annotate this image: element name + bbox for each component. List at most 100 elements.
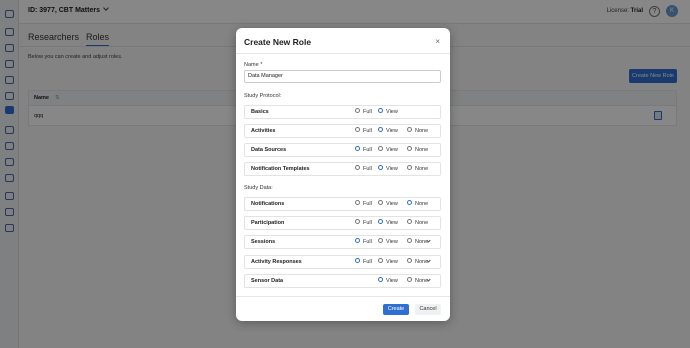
radio-basics-full[interactable]: Full: [355, 106, 372, 118]
permission-name: Data Sources: [251, 147, 287, 153]
create-role-dialog: Create New Role × Name * Data Manager St…: [236, 28, 450, 321]
radio-notifications-full[interactable]: Full: [355, 198, 372, 210]
permission-row-activity-responses: Activity Responses Full View None: [244, 254, 441, 269]
radio-button[interactable]: [355, 165, 360, 171]
radio-label: Full: [363, 239, 372, 246]
radio-activities-view[interactable]: View: [378, 125, 398, 137]
radio-button[interactable]: [407, 146, 412, 152]
name-field-label: Name *: [244, 62, 263, 68]
close-icon[interactable]: ×: [435, 37, 440, 46]
radio-label: Full: [363, 258, 372, 265]
radio-button[interactable]: [378, 219, 383, 225]
radio-activity-responses-full[interactable]: Full: [355, 256, 372, 268]
radio-label: Full: [363, 147, 372, 153]
radio-sensor-data-view[interactable]: View: [378, 275, 398, 287]
radio-label: View: [386, 239, 398, 246]
radio-label: View: [386, 128, 398, 134]
radio-button[interactable]: [378, 165, 383, 171]
radio-button[interactable]: [355, 238, 360, 244]
permission-row-participation: Participation Full View None: [244, 216, 441, 231]
create-button[interactable]: Create: [383, 304, 409, 315]
radio-button[interactable]: [355, 219, 360, 225]
radio-button[interactable]: [407, 165, 412, 171]
permission-name: Sensor Data: [251, 277, 284, 284]
radio-label: View: [386, 147, 398, 153]
radio-button[interactable]: [355, 146, 360, 152]
radio-button[interactable]: [407, 219, 412, 225]
radio-data-sources-none[interactable]: None: [407, 144, 428, 156]
radio-activities-none[interactable]: None: [407, 125, 428, 137]
permission-row-notifications: Notifications Full View None: [244, 197, 441, 211]
radio-button[interactable]: [355, 108, 360, 114]
radio-button[interactable]: [407, 276, 412, 282]
radio-basics-view[interactable]: View: [378, 106, 398, 118]
radio-button[interactable]: [378, 238, 383, 244]
radio-notification-templates-view[interactable]: View: [378, 163, 398, 175]
radio-label: View: [386, 166, 398, 172]
radio-notification-templates-full[interactable]: Full: [355, 163, 372, 175]
radio-label: Full: [363, 220, 372, 227]
chevron-down-icon[interactable]: [426, 257, 431, 263]
dialog-title: Create New Role: [244, 37, 312, 47]
permission-name: Notifications: [251, 201, 285, 207]
radio-label: Full: [363, 109, 372, 115]
radio-notification-templates-none[interactable]: None: [407, 163, 428, 175]
radio-label: Full: [363, 128, 372, 134]
permission-row-notification-templates: Notification Templates Full View None: [244, 162, 441, 176]
radio-participation-none[interactable]: None: [407, 217, 428, 229]
radio-sensor-data-none[interactable]: None: [407, 275, 428, 287]
radio-activity-responses-view[interactable]: View: [378, 256, 398, 268]
radio-activities-full[interactable]: Full: [355, 125, 372, 137]
radio-button[interactable]: [378, 276, 383, 282]
radio-button[interactable]: [355, 257, 360, 263]
radio-button[interactable]: [378, 257, 383, 263]
radio-button[interactable]: [378, 146, 383, 152]
permission-name: Activities: [251, 128, 276, 134]
radio-sessions-view[interactable]: View: [378, 236, 398, 248]
radio-label: None: [415, 220, 429, 227]
permission-row-activities: Activities Full View None: [244, 124, 441, 138]
radio-button[interactable]: [378, 200, 383, 206]
radio-sessions-full[interactable]: Full: [355, 236, 372, 248]
dialog-header-divider: [236, 53, 450, 54]
study-protocol-label: Study Protocol:: [244, 93, 282, 99]
radio-participation-full[interactable]: Full: [355, 217, 372, 229]
radio-button[interactable]: [407, 200, 412, 206]
radio-sessions-none[interactable]: None: [407, 236, 428, 248]
radio-label: View: [386, 258, 398, 265]
radio-label: View: [386, 109, 398, 115]
chevron-down-icon[interactable]: [426, 277, 431, 282]
cancel-button[interactable]: Cancel: [415, 304, 441, 315]
permission-name: Sessions: [251, 239, 276, 246]
radio-label: Full: [363, 166, 372, 172]
radio-notifications-view[interactable]: View: [378, 198, 398, 210]
permission-row-data-sources: Data Sources Full View None: [244, 143, 441, 157]
radio-notifications-none[interactable]: None: [407, 198, 428, 210]
permission-row-sensor-data: Sensor Data View None: [244, 273, 441, 288]
radio-button[interactable]: [355, 200, 360, 206]
radio-participation-view[interactable]: View: [378, 217, 398, 229]
permission-name: Activity Responses: [251, 258, 302, 265]
radio-data-sources-view[interactable]: View: [378, 144, 398, 156]
permission-name: Participation: [251, 220, 285, 227]
permission-name: Notification Templates: [251, 166, 310, 172]
radio-label: Full: [363, 201, 372, 207]
radio-button[interactable]: [378, 108, 383, 114]
radio-label: None: [415, 128, 429, 134]
role-name-input[interactable]: Data Manager: [244, 70, 441, 83]
dialog-footer-divider: [236, 296, 450, 297]
permission-row-basics: Basics Full View: [244, 105, 441, 119]
radio-label: None: [415, 166, 429, 172]
radio-data-sources-full[interactable]: Full: [355, 144, 372, 156]
permission-row-sessions: Sessions Full View None: [244, 235, 441, 250]
radio-label: View: [386, 277, 398, 284]
radio-activity-responses-none[interactable]: None: [407, 256, 428, 268]
radio-label: View: [386, 201, 398, 207]
radio-label: None: [415, 201, 429, 207]
radio-button[interactable]: [378, 127, 383, 133]
radio-button[interactable]: [407, 257, 412, 263]
radio-button[interactable]: [355, 127, 360, 133]
radio-label: None: [415, 147, 429, 153]
radio-button[interactable]: [407, 127, 412, 133]
radio-button[interactable]: [407, 238, 412, 244]
